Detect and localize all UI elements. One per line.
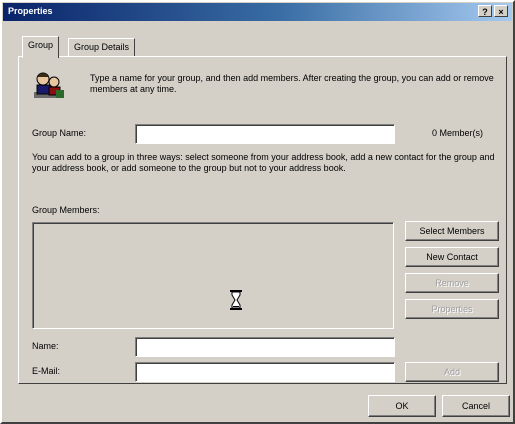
- tab-group-details[interactable]: Group Details: [68, 38, 136, 56]
- tab-group[interactable]: Group: [22, 36, 60, 58]
- window-title: Properties: [8, 6, 53, 16]
- ok-button[interactable]: OK: [368, 395, 436, 417]
- title-bar[interactable]: Properties ? ×: [3, 3, 512, 21]
- help-button[interactable]: ?: [478, 5, 492, 17]
- cancel-button[interactable]: Cancel: [442, 395, 510, 417]
- close-button[interactable]: ×: [494, 5, 508, 17]
- tab-panel: [18, 56, 507, 384]
